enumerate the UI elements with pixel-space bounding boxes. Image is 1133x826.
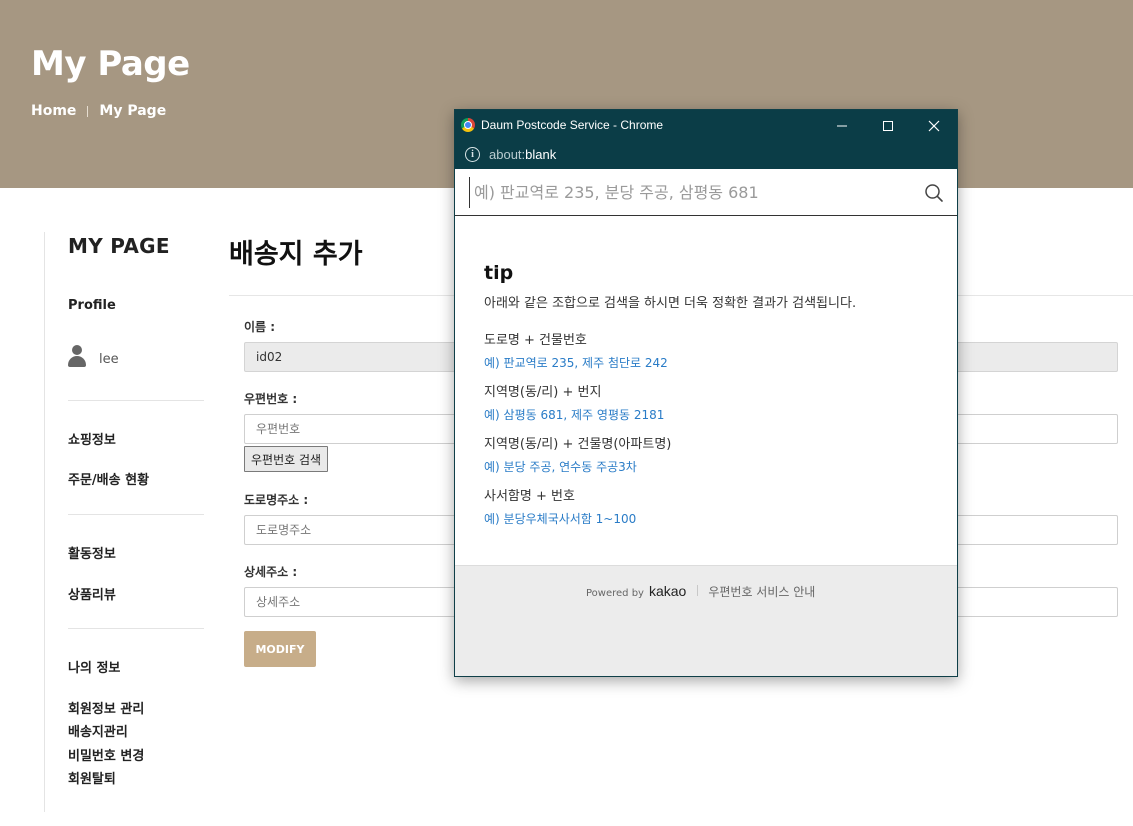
sidebar-item-change-password[interactable]: 비밀번호 변경: [68, 745, 144, 764]
sidebar-heading-activity: 활동정보: [68, 547, 116, 562]
popup-titlebar[interactable]: Daum Postcode Service - Chrome: [455, 110, 957, 141]
sidebar: MY PAGE Profile lee 쇼핑정보 주문/배송 현황 활동정보 상…: [44, 232, 204, 812]
breadcrumb-separator: [87, 105, 89, 117]
sidebar-heading-shopping: 쇼핑정보: [68, 433, 116, 448]
tip-item-example: 예) 분당 주공, 연수동 주공3차: [484, 460, 637, 474]
tip-panel: tip 아래와 같은 조합으로 검색을 하시면 더욱 정확한 결과가 검색됩니다…: [455, 217, 957, 565]
minimize-icon[interactable]: [819, 110, 865, 141]
breadcrumb-home[interactable]: Home: [31, 103, 76, 119]
tip-item-heading: 사서함명 + 번호: [484, 489, 575, 504]
postcode-footer: Powered by kakao 우편번호 서비스 안내: [455, 565, 957, 676]
tip-item-example: 예) 판교역로 235, 제주 첨단로 242: [484, 356, 668, 370]
tip-item-example: 예) 삼평동 681, 제주 영평동 2181: [484, 408, 665, 422]
popup-address-bar[interactable]: i about:blank: [455, 141, 957, 169]
address-scheme: about:: [489, 147, 526, 162]
detail-address-label: 상세주소 :: [244, 565, 298, 579]
close-icon[interactable]: [911, 110, 957, 141]
zipcode-label: 우편번호 :: [244, 392, 298, 406]
user-avatar-icon: [68, 345, 86, 367]
popup-window-title: Daum Postcode Service - Chrome: [481, 118, 664, 132]
sidebar-item-member-info[interactable]: 회원정보 관리: [68, 698, 144, 717]
sidebar-divider: [68, 514, 204, 515]
postcode-guide-link[interactable]: 우편번호 서비스 안내: [708, 583, 815, 600]
address-url: about:blank: [489, 147, 556, 162]
sidebar-item-order-status[interactable]: 주문/배송 현황: [68, 469, 149, 488]
postcode-search-bar: [455, 169, 957, 216]
road-address-label: 도로명주소 :: [244, 493, 309, 507]
info-icon[interactable]: i: [465, 147, 480, 162]
breadcrumb-current[interactable]: My Page: [99, 103, 166, 119]
form-title: 배송지 추가: [229, 239, 363, 270]
chrome-logo-icon: [461, 118, 475, 132]
search-icon[interactable]: [923, 182, 945, 204]
postcode-popup-window: Daum Postcode Service - Chrome i about:b…: [454, 109, 958, 677]
tip-item-heading: 지역명(동/리) + 건물명(아파트명): [484, 437, 672, 452]
sidebar-heading-my-info: 나의 정보: [68, 661, 121, 676]
sidebar-divider: [68, 628, 204, 629]
tip-item-heading: 도로명 + 건물번호: [484, 333, 587, 348]
sidebar-heading-profile: Profile: [68, 298, 116, 313]
sidebar-item-shipping-address[interactable]: 배송지관리: [68, 721, 128, 740]
tip-item-heading: 지역명(동/리) + 번지: [484, 385, 602, 400]
tip-description: 아래와 같은 조합으로 검색을 하시면 더욱 정확한 결과가 검색됩니다.: [484, 296, 857, 311]
breadcrumb: Home My Page: [31, 103, 166, 119]
profile-username: lee: [99, 351, 119, 367]
sidebar-title: MY PAGE: [68, 234, 170, 258]
name-label: 이름 :: [244, 320, 276, 334]
sidebar-divider: [68, 400, 204, 401]
postcode-search-input[interactable]: [469, 177, 919, 208]
tip-item-example: 예) 분당우체국사서함 1~100: [484, 512, 637, 526]
page-title: My Page: [31, 44, 190, 84]
kakao-logo: kakao: [648, 583, 687, 599]
profile-user: lee: [68, 345, 119, 367]
maximize-icon[interactable]: [865, 110, 911, 141]
powered-by: Powered by kakao 우편번호 서비스 안내: [586, 583, 815, 600]
powered-by-text: Powered by: [586, 588, 644, 599]
modify-button[interactable]: MODIFY: [244, 631, 316, 667]
tip-title: tip: [484, 262, 514, 284]
sidebar-item-withdraw[interactable]: 회원탈퇴: [68, 768, 116, 787]
sidebar-item-reviews[interactable]: 상품리뷰: [68, 584, 116, 603]
address-host: blank: [525, 147, 557, 162]
zipcode-search-button[interactable]: 우편번호 검색: [244, 446, 329, 472]
footer-separator: [697, 585, 699, 596]
